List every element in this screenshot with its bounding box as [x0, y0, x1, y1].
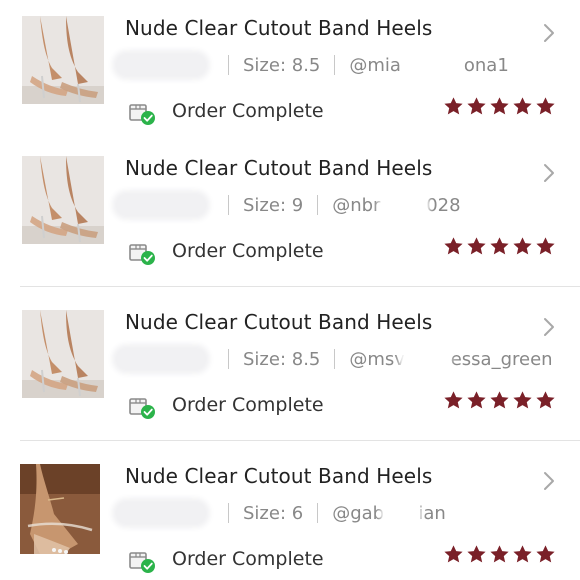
product-thumbnail[interactable] — [22, 16, 104, 104]
star-icon — [467, 97, 486, 115]
meta-separator — [334, 349, 336, 369]
star-icon — [536, 237, 555, 255]
meta-separator — [228, 55, 229, 75]
rating-stars — [443, 96, 556, 117]
order-status: Order Complete — [172, 240, 324, 262]
rating-stars — [443, 390, 556, 411]
redaction-mark — [382, 191, 427, 220]
chevron-right-icon[interactable] — [542, 316, 556, 338]
order-meta: Size: 8.5 @msv essa_green — [116, 344, 553, 374]
star-icon — [513, 97, 532, 115]
chevron-right-icon[interactable] — [542, 22, 556, 44]
redacted-info — [116, 348, 206, 370]
chevron-right-icon[interactable] — [542, 470, 556, 492]
star-icon — [490, 391, 509, 409]
star-icon — [467, 545, 486, 563]
rating-stars — [443, 236, 556, 257]
star-icon — [536, 391, 555, 409]
order-status: Order Complete — [172, 394, 324, 416]
buyer-handle[interactable]: @nbr 028 — [332, 191, 461, 220]
star-icon — [490, 545, 509, 563]
buyer-handle-text: @msv essa_green — [349, 348, 553, 370]
redaction-mark — [403, 345, 448, 374]
star-icon — [444, 391, 463, 409]
product-thumbnail[interactable] — [20, 464, 100, 554]
buyer-handle[interactable]: @msv essa_green — [349, 345, 553, 374]
row-divider — [20, 286, 580, 287]
order-status: Order Complete — [172, 100, 324, 122]
order-status: Order Complete — [172, 548, 324, 570]
meta-separator — [334, 55, 336, 75]
redacted-info — [116, 54, 206, 76]
meta-separator — [317, 195, 319, 215]
product-title: Nude Clear Cutout Band Heels — [125, 464, 433, 488]
package-check-icon — [129, 104, 155, 125]
chevron-right-icon[interactable] — [542, 162, 556, 184]
star-icon — [513, 545, 532, 563]
rating-stars — [443, 544, 556, 565]
order-meta: Size: 9 @nbr 028 — [116, 190, 461, 220]
star-icon — [536, 97, 555, 115]
meta-separator — [317, 503, 319, 523]
package-check-icon — [129, 552, 155, 573]
star-icon — [467, 391, 486, 409]
size-label: Size: 8.5 — [243, 54, 321, 76]
package-check-icon — [129, 244, 155, 265]
star-icon — [444, 237, 463, 255]
star-icon — [490, 97, 509, 115]
star-icon — [513, 237, 532, 255]
order-row[interactable]: Nude Clear Cutout Band Heels Size: 9 @nb… — [0, 140, 580, 290]
redacted-info — [116, 194, 206, 216]
order-list: Nude Clear Cutout Band Heels Size: 8.5 @… — [0, 0, 580, 580]
buyer-handle[interactable]: @mia ona1 — [349, 51, 509, 80]
product-title: Nude Clear Cutout Band Heels — [125, 310, 433, 334]
order-meta: Size: 8.5 @mia ona1 — [116, 50, 509, 80]
order-row[interactable]: Nude Clear Cutout Band Heels Size: 8.5 @… — [0, 0, 580, 150]
row-divider — [20, 440, 580, 441]
star-icon — [444, 97, 463, 115]
meta-separator — [228, 349, 229, 369]
size-label: Size: 6 — [243, 502, 304, 524]
order-row[interactable]: Nude Clear Cutout Band Heels Size: 8.5 @… — [0, 294, 580, 444]
order-row[interactable]: Nude Clear Cutout Band Heels Size: 6 @ga… — [0, 448, 580, 580]
size-label: Size: 8.5 — [243, 348, 321, 370]
star-icon — [467, 237, 486, 255]
meta-separator — [228, 195, 229, 215]
product-title: Nude Clear Cutout Band Heels — [125, 16, 433, 40]
buyer-handle[interactable]: @gab ian — [332, 499, 446, 528]
package-check-icon — [129, 398, 155, 419]
star-icon — [513, 391, 532, 409]
product-title: Nude Clear Cutout Band Heels — [125, 156, 433, 180]
size-label: Size: 9 — [243, 194, 304, 216]
redaction-mark — [384, 499, 419, 528]
product-thumbnail[interactable] — [22, 156, 104, 244]
order-meta: Size: 6 @gab ian — [116, 498, 446, 528]
redacted-info — [116, 502, 206, 524]
star-icon — [536, 545, 555, 563]
meta-separator — [228, 503, 229, 523]
star-icon — [444, 545, 463, 563]
star-icon — [490, 237, 509, 255]
product-thumbnail[interactable] — [22, 310, 104, 398]
redaction-mark — [407, 51, 452, 80]
